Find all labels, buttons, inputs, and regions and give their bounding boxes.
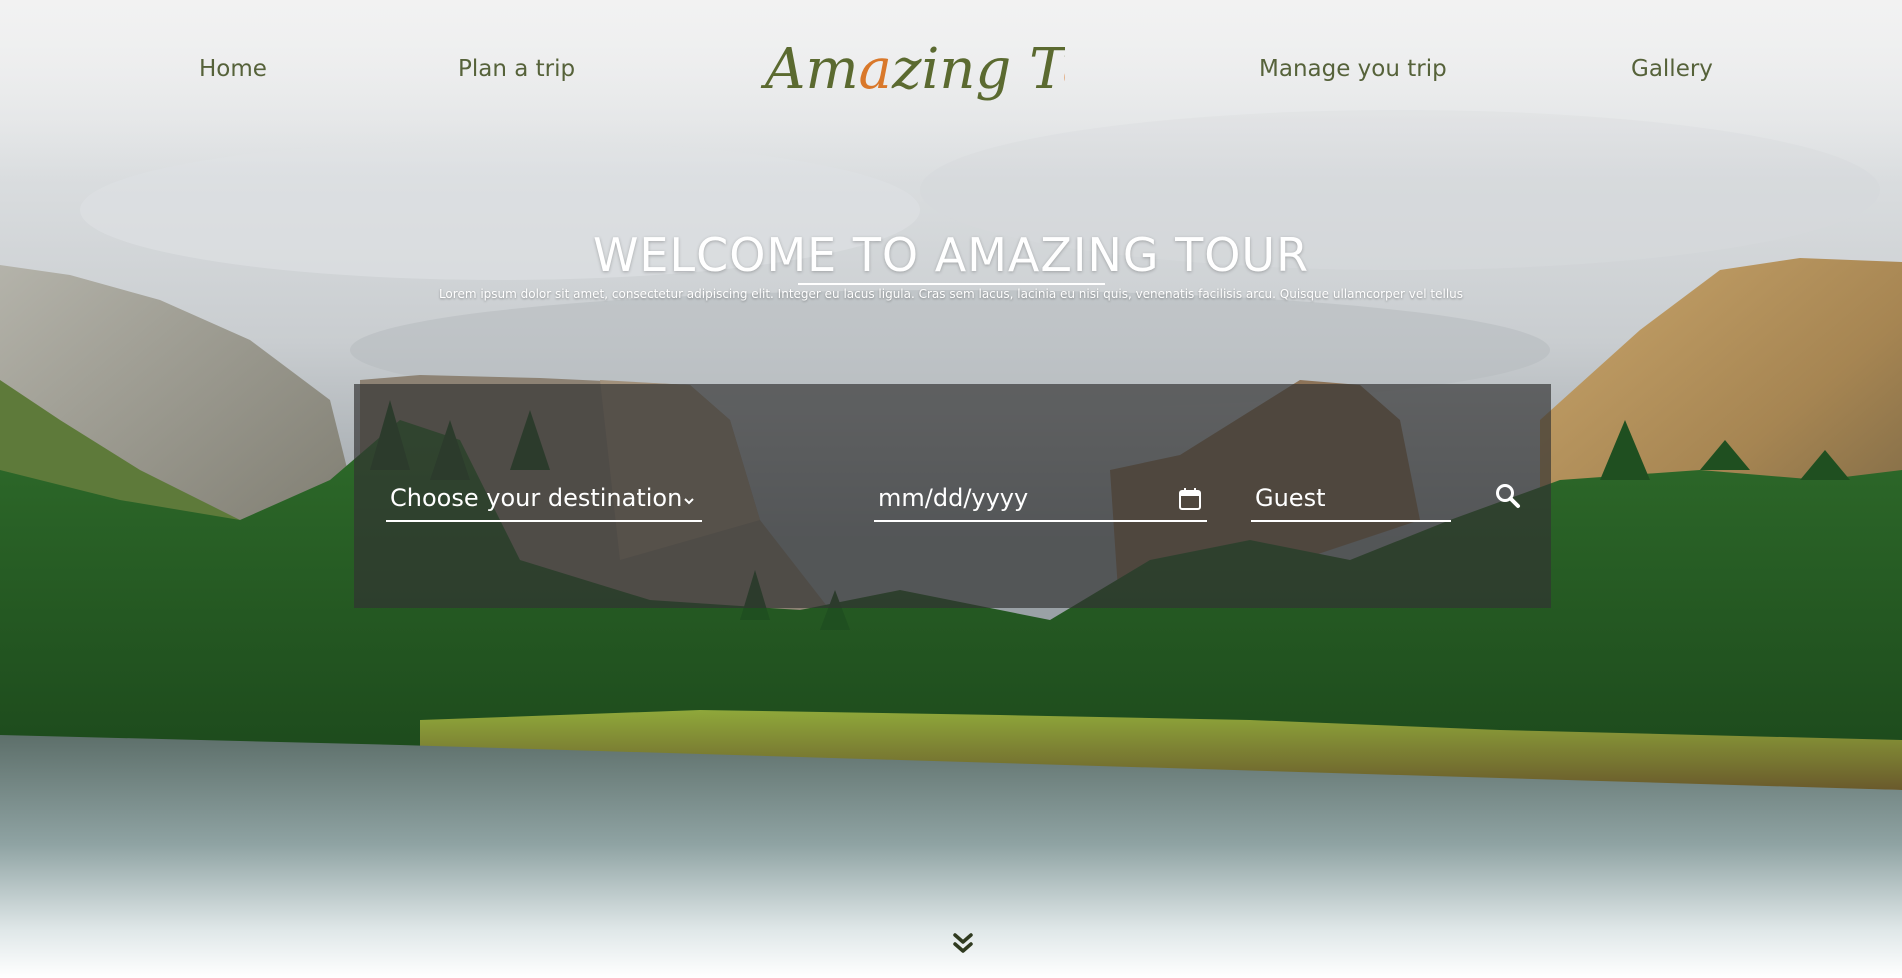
nav-plan-a-trip[interactable]: Plan a trip xyxy=(458,56,575,82)
hero-subtitle: Lorem ipsum dolor sit amet, consectetur … xyxy=(438,287,1464,301)
date-input[interactable]: mm/dd/yyyy xyxy=(874,480,1207,522)
nav-gallery[interactable]: Gallery xyxy=(1631,56,1713,82)
nav-manage-trip[interactable]: Manage you trip xyxy=(1259,56,1447,82)
logo-part-2: a xyxy=(859,37,892,102)
brand-logo[interactable]: Amazing Tour xyxy=(760,22,1162,122)
logo-part-4: ou xyxy=(1062,37,1065,102)
nav-home[interactable]: Home xyxy=(199,56,267,82)
destination-select[interactable]: Choose your destination xyxy=(386,480,702,522)
date-placeholder: mm/dd/yyyy xyxy=(878,484,1029,512)
hero-title: WELCOME TO AMAZING TOUR xyxy=(592,228,1310,282)
guest-input[interactable]: Guest xyxy=(1251,480,1451,522)
destination-placeholder: Choose your destination xyxy=(390,484,683,512)
calendar-icon[interactable] xyxy=(1177,486,1203,512)
logo-part-1: Am xyxy=(760,37,859,102)
logo-part-3: zing T xyxy=(891,37,1065,102)
svg-text:Amazing Tour: Amazing Tour xyxy=(760,37,1065,102)
chevron-down-icon xyxy=(684,498,694,505)
search-icon[interactable] xyxy=(1494,482,1522,510)
search-panel: Choose your destination mm/dd/yyyy Guest xyxy=(354,384,1551,608)
hero-title-underline xyxy=(798,283,1105,285)
guest-placeholder: Guest xyxy=(1255,484,1326,512)
top-navigation: Home Plan a trip Amazing Tour Manage you… xyxy=(0,0,1902,150)
double-chevron-down-icon[interactable] xyxy=(949,930,977,958)
